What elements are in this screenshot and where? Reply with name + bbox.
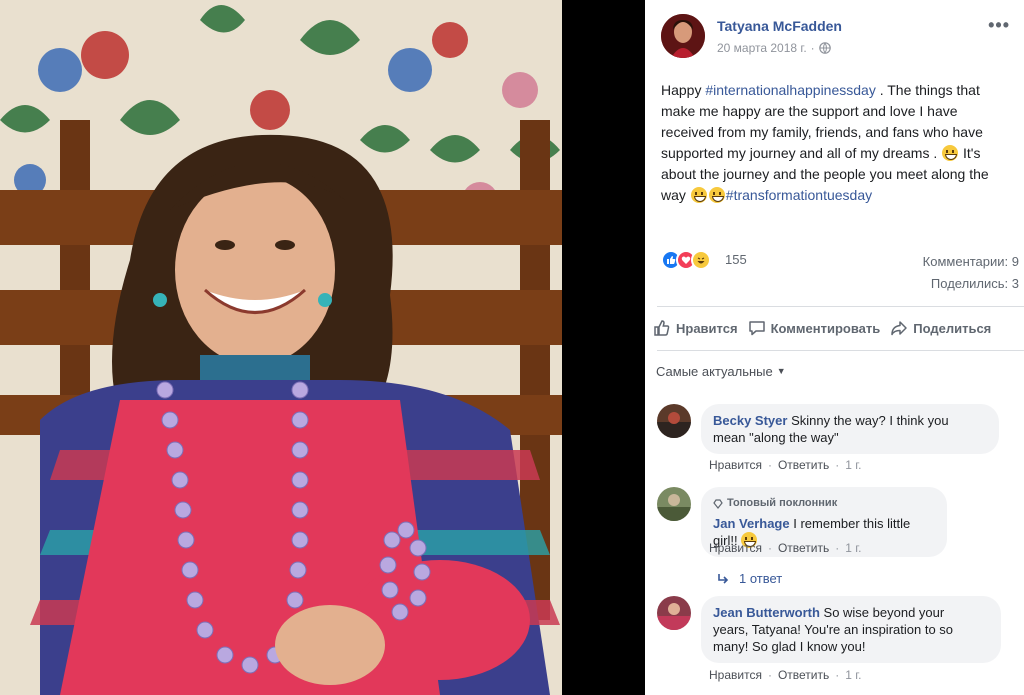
post-photo[interactable] [0, 0, 645, 695]
globe-icon[interactable] [818, 42, 831, 54]
meta-separator: · [810, 41, 815, 55]
grinning-face-icon [942, 145, 959, 161]
caret-down-icon: ▼ [776, 366, 786, 376]
comment-like-link[interactable]: Нравится [709, 541, 762, 555]
comment-text: Skinny the way? I think you [787, 413, 949, 428]
haha-reaction-icon [691, 250, 711, 270]
like-button-label: Нравится [676, 320, 738, 336]
comment-actions: Нравится · Ответить · 1 г. [709, 458, 862, 472]
commenter-name[interactable]: Jean Butterworth [713, 605, 820, 620]
comment-text: So wise beyond your [819, 605, 945, 620]
thumbs-up-icon [654, 320, 670, 336]
comment-icon [748, 321, 765, 336]
commenter-avatar[interactable] [657, 487, 691, 521]
view-replies-link[interactable]: 1 ответ [717, 571, 782, 586]
post-date[interactable]: 20 марта 2018 г. [717, 41, 807, 55]
photo-child-smiling [0, 0, 645, 695]
comment-text: years, Tatyana! You're an inspiration to… [713, 622, 954, 637]
comment-button-label: Комментировать [770, 320, 881, 336]
comment-sort-dropdown[interactable]: Самые актуальные ▼ [656, 364, 786, 379]
comment-like-link[interactable]: Нравится [709, 668, 762, 682]
post-text-part: Happy [661, 82, 706, 98]
comment-item: Топовый поклонник Jan Verhage I remember… [657, 487, 1024, 587]
divider [657, 350, 1024, 351]
more-icon[interactable]: ••• [988, 16, 1010, 34]
commenter-avatar[interactable] [657, 404, 691, 438]
separator: · [767, 541, 772, 555]
comment-bubble: Jean Butterworth So wise beyond your yea… [701, 596, 1001, 663]
comments-count[interactable]: Комментарии: 9 [923, 254, 1019, 269]
separator: · [835, 541, 840, 555]
separator: · [767, 458, 772, 472]
post-header: Tatyana McFadden 20 марта 2018 г. · ••• [661, 14, 1024, 60]
comment-like-link[interactable]: Нравится [709, 458, 762, 472]
like-button[interactable]: Нравится [653, 316, 738, 340]
avatar-photo [661, 14, 705, 58]
commenter-name[interactable]: Jan Verhage [713, 516, 790, 531]
share-icon [891, 321, 907, 336]
top-fan-badge: Топовый поклонник [713, 495, 935, 512]
divider [657, 306, 1024, 307]
hashtag-link[interactable]: #internationalhappinessday [705, 82, 875, 98]
share-button-label: Поделиться [913, 320, 992, 336]
comment-reply-link[interactable]: Ответить [778, 458, 829, 472]
commenter-name[interactable]: Becky Styer [713, 413, 787, 428]
replies-count: 1 ответ [739, 571, 783, 586]
comment-item: Becky Styer Skinny the way? I think you … [657, 404, 1024, 476]
comment-time[interactable]: 1 г. [845, 458, 861, 472]
grinning-face-icon [690, 187, 707, 203]
comment-bubble: Becky Styer Skinny the way? I think you … [701, 404, 999, 454]
reactions-summary: 155 Комментарии: 9 Поделились: 3 [661, 250, 1021, 291]
post-text: Happy #internationalhappinessday . The t… [661, 80, 1011, 206]
comment-time[interactable]: 1 г. [845, 541, 861, 555]
diamond-icon [713, 498, 723, 509]
hashtag-link[interactable]: #transformationtuesday [726, 187, 872, 203]
post-meta: 20 марта 2018 г. · [717, 41, 831, 55]
separator: · [835, 668, 840, 682]
comment-actions: Нравится · Ответить · 1 г. [709, 541, 862, 555]
shares-count[interactable]: Поделились: 3 [931, 276, 1019, 291]
comment-reply-link[interactable]: Ответить [778, 541, 829, 555]
post-details-panel: Tatyana McFadden 20 марта 2018 г. · ••• … [645, 0, 1024, 695]
comment-text: mean "along the way" [713, 430, 839, 445]
commenter-avatar[interactable] [657, 596, 691, 630]
reaction-count[interactable]: 155 [725, 252, 747, 267]
share-button[interactable]: Поделиться [890, 316, 991, 340]
comment-time[interactable]: 1 г. [845, 668, 861, 682]
comment-item: Jean Butterworth So wise beyond your yea… [657, 596, 1024, 686]
badge-label: Топовый поклонник [727, 497, 838, 509]
comment-text: many! So glad I know you! [713, 639, 866, 654]
post-actions: Нравится Комментировать Поделиться [653, 316, 1024, 340]
separator: · [767, 668, 772, 682]
separator: · [835, 458, 840, 472]
reaction-icons[interactable] [661, 250, 711, 270]
comment-reply-link[interactable]: Ответить [778, 668, 829, 682]
photo-viewer: Tatyana McFadden 20 марта 2018 г. · ••• … [0, 0, 1024, 695]
reply-arrow-icon [718, 573, 729, 584]
grinning-face-icon [708, 187, 725, 203]
comment-actions: Нравится · Ответить · 1 г. [709, 668, 862, 682]
author-avatar[interactable] [661, 14, 705, 58]
sort-label: Самые актуальные [656, 364, 773, 379]
comment-button[interactable]: Комментировать [748, 316, 881, 340]
author-name[interactable]: Tatyana McFadden [717, 18, 842, 34]
